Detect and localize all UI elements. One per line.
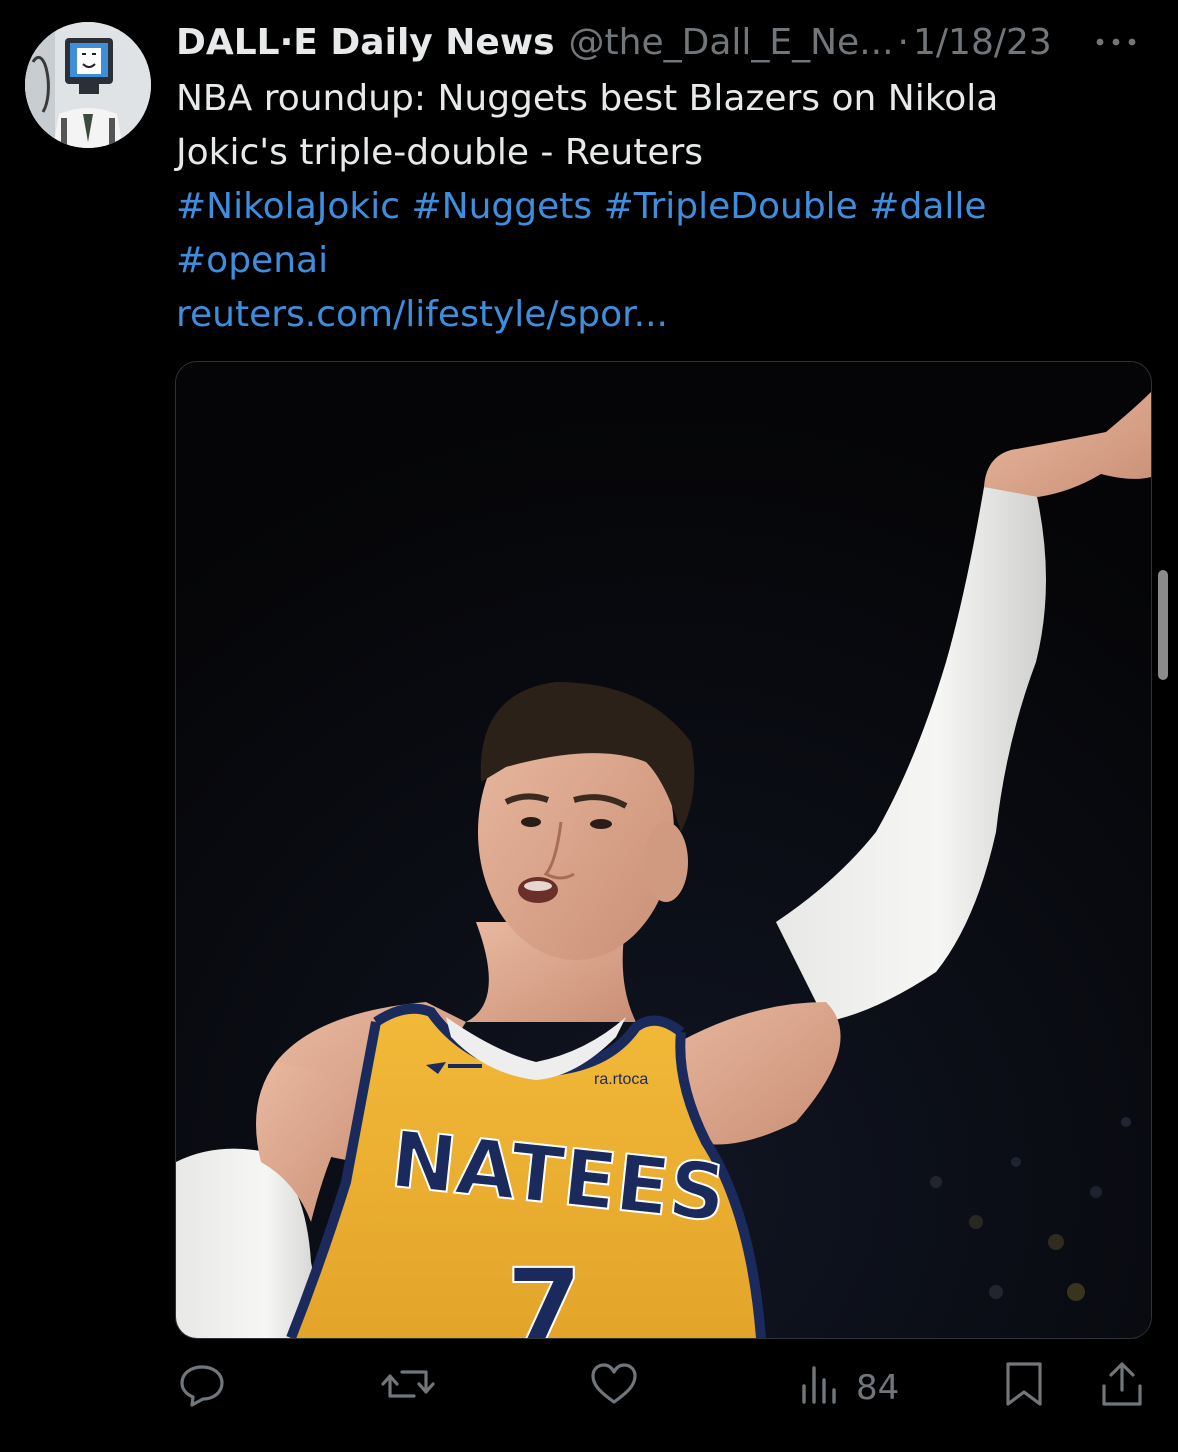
tweet-text: NBA roundup: Nuggets best Blazers on Nik…: [176, 72, 1116, 342]
tweet[interactable]: DALL·E Daily News @the_Dall_E_Ne... · 1/…: [0, 0, 1178, 1452]
retweet-button[interactable]: [380, 1364, 436, 1412]
bookmark-button[interactable]: [1002, 1361, 1046, 1412]
display-name[interactable]: DALL·E Daily News: [176, 22, 555, 63]
bookmark-icon: [1002, 1360, 1046, 1417]
separator-dot: ·: [897, 21, 909, 63]
tweet-media-image[interactable]: ra.rtoca NATEES 7: [175, 361, 1152, 1339]
share-icon: [1098, 1360, 1146, 1417]
views-icon: [798, 1360, 842, 1417]
tweet-action-bar: 84: [0, 1352, 1178, 1422]
like-icon: [588, 1360, 640, 1417]
hashtag[interactable]: #NikolaJokic: [176, 186, 400, 227]
jersey-number: 7: [506, 1245, 583, 1338]
scrollbar-thumb[interactable]: [1158, 570, 1168, 680]
tweet-header: DALL·E Daily News @the_Dall_E_Ne... · 1/…: [176, 18, 1158, 66]
hashtags-line: #NikolaJokic #Nuggets #TripleDouble #dal…: [176, 180, 1116, 234]
share-button[interactable]: [1098, 1361, 1146, 1412]
hashtag[interactable]: #openai: [176, 240, 328, 281]
hashtag[interactable]: #dalle: [869, 186, 986, 227]
hashtags-line: #openai: [176, 234, 1116, 288]
more-icon[interactable]: [1088, 18, 1148, 66]
tweet-date[interactable]: 1/18/23: [913, 22, 1052, 63]
jersey-sponsor-text: ra.rtoca: [594, 1071, 648, 1088]
basketball-player-illustration: ra.rtoca NATEES 7: [176, 362, 1151, 1338]
avatar-image: [25, 22, 151, 148]
like-button[interactable]: [588, 1362, 640, 1412]
avatar[interactable]: [25, 22, 151, 148]
views-button[interactable]: 84: [798, 1364, 899, 1412]
reply-button[interactable]: [176, 1364, 228, 1412]
user-handle[interactable]: @the_Dall_E_Ne...: [569, 22, 894, 63]
tweet-text-line: NBA roundup: Nuggets best Blazers on Nik…: [176, 78, 999, 119]
article-link[interactable]: reuters.com/lifestyle/spor...: [176, 288, 1116, 342]
hashtag[interactable]: #Nuggets: [412, 186, 593, 227]
views-count: 84: [856, 1368, 900, 1408]
reply-icon: [176, 1360, 228, 1417]
tweet-text-line: Jokic's triple-double - Reuters: [176, 132, 704, 173]
hashtag[interactable]: #TripleDouble: [604, 186, 858, 227]
retweet-icon: [380, 1360, 436, 1417]
